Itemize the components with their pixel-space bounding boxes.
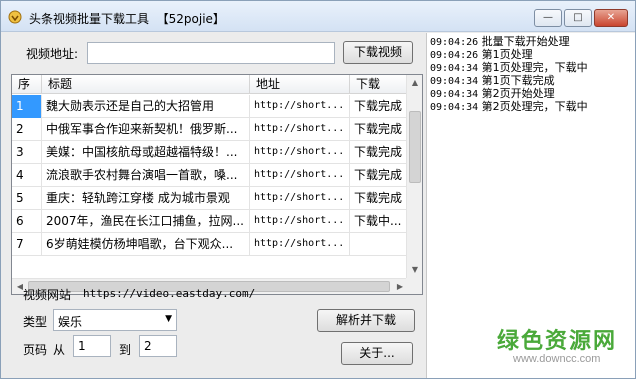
main-window: 头条视频批量下载工具 【52pojie】 — □ ✕ 视频地址: 下载视频 序 … — [0, 0, 636, 379]
type-select-value: 娱乐 — [58, 315, 83, 329]
parse-download-button[interactable]: 解析并下载 — [317, 309, 415, 332]
page-to-label: 到 — [119, 343, 132, 357]
download-video-button[interactable]: 下载视频 — [343, 41, 413, 64]
page-from-input[interactable]: 1 — [73, 335, 111, 357]
row-title[interactable]: 流浪歌手农村舞台演唱一首歌，嗓... — [42, 164, 250, 187]
row-status[interactable]: 下载完成 — [350, 95, 408, 118]
table-row[interactable]: 5 重庆：轻轨跨江穿楼 成为城市景观 http://short... 下载完成 — [12, 187, 408, 210]
row-url[interactable]: http://short... — [250, 118, 350, 141]
row-url[interactable]: http://short... — [250, 164, 350, 187]
row-url[interactable]: http://short... — [250, 141, 350, 164]
log-message: 第1页下载完成 — [481, 74, 555, 87]
scroll-down-icon[interactable]: ▼ — [407, 262, 422, 278]
minimize-button[interactable]: — — [534, 9, 562, 27]
video-url-input[interactable] — [87, 42, 335, 64]
row-num[interactable]: 5 — [12, 187, 42, 210]
type-select[interactable]: 娱乐 ▼ — [53, 309, 177, 331]
close-button[interactable]: ✕ — [594, 9, 628, 27]
row-title[interactable]: 中俄军事合作迎来新契机！俄罗斯... — [42, 118, 250, 141]
table-row[interactable]: 3 美媒：中国核航母或超越福特级！... http://short... 下载完成 — [12, 141, 408, 164]
table-row[interactable]: 1 魏大勋表示还是自己的大招管用 http://short... 下载完成 — [12, 95, 408, 118]
vertical-scroll-thumb[interactable] — [409, 111, 421, 183]
row-title[interactable]: 重庆：轻轨跨江穿楼 成为城市景观 — [42, 187, 250, 210]
table-row[interactable]: 7 6岁萌娃模仿杨坤唱歌，台下观众... http://short... — [12, 233, 408, 256]
column-header-url[interactable]: 地址 — [250, 75, 350, 94]
row-num[interactable]: 4 — [12, 164, 42, 187]
row-url[interactable]: http://short... — [250, 95, 350, 118]
app-icon — [8, 10, 22, 24]
row-url[interactable]: http://short... — [250, 210, 350, 233]
row-status[interactable]: 下载完成 — [350, 164, 408, 187]
site-url: https://video.eastday.com/ — [83, 287, 256, 300]
column-header-status[interactable]: 下载 — [350, 75, 408, 94]
log-time: 09:04:26 — [430, 50, 479, 61]
log-time: 09:04:26 — [430, 37, 479, 48]
table-row[interactable]: 4 流浪歌手农村舞台演唱一首歌，嗓... http://short... 下载完成 — [12, 164, 408, 187]
row-num[interactable]: 7 — [12, 233, 42, 256]
log-time: 09:04:34 — [430, 76, 479, 87]
chevron-down-icon: ▼ — [165, 314, 172, 324]
scrollbar-corner — [406, 278, 422, 294]
log-message: 第1页处理 — [481, 48, 533, 61]
row-num[interactable]: 1 — [12, 95, 42, 118]
column-header-num[interactable]: 序 — [12, 75, 42, 94]
scroll-up-icon[interactable]: ▲ — [407, 75, 422, 91]
row-num[interactable]: 3 — [12, 141, 42, 164]
log-time: 09:04:34 — [430, 102, 479, 113]
title-bar[interactable]: 头条视频批量下载工具 【52pojie】 — □ ✕ — [1, 1, 635, 32]
maximize-button[interactable]: □ — [564, 9, 592, 27]
row-title[interactable]: 美媒：中国核航母或超越福特级！... — [42, 141, 250, 164]
log-message: 第2页处理完，下载中 — [481, 100, 588, 113]
row-title[interactable]: 6岁萌娃模仿杨坤唱歌，台下观众... — [42, 233, 250, 256]
row-status[interactable]: 下载完成 — [350, 141, 408, 164]
page-to-input[interactable]: 2 — [139, 335, 177, 357]
row-url[interactable]: http://short... — [250, 187, 350, 210]
row-title[interactable]: 2007年，渔民在长江口捕鱼，拉网... — [42, 210, 250, 233]
row-num[interactable]: 2 — [12, 118, 42, 141]
vertical-scrollbar[interactable]: ▲ ▼ — [406, 75, 422, 278]
row-status[interactable] — [350, 233, 408, 256]
log-time: 09:04:34 — [430, 89, 479, 100]
table-row[interactable]: 2 中俄军事合作迎来新契机！俄罗斯... http://short... 下载完成 — [12, 118, 408, 141]
video-url-label: 视频地址: — [26, 47, 79, 61]
log-time: 09:04:34 — [430, 63, 479, 74]
log-message: 批量下载开始处理 — [481, 35, 570, 48]
about-button[interactable]: 关于... — [341, 342, 413, 365]
page-label: 页码 — [23, 343, 48, 357]
site-label: 视频网站 — [23, 288, 72, 302]
row-status[interactable]: 下载中... — [350, 210, 408, 233]
video-table[interactable]: 序 标题 地址 下载 1 魏大勋表示还是自己的大招管用 http://short..… — [11, 74, 423, 295]
watermark-site: www.downcc.com — [513, 353, 601, 365]
row-num[interactable]: 6 — [12, 210, 42, 233]
row-title[interactable]: 魏大勋表示还是自己的大招管用 — [42, 95, 250, 118]
window-title: 头条视频批量下载工具 【52pojie】 — [29, 12, 225, 26]
log-message: 第2页开始处理 — [481, 87, 555, 100]
type-label: 类型 — [23, 315, 48, 329]
table-header: 序 标题 地址 下载 — [12, 75, 408, 94]
table-row[interactable]: 6 2007年，渔民在长江口捕鱼，拉网... http://short... 下载中.… — [12, 210, 408, 233]
row-status[interactable]: 下载完成 — [350, 118, 408, 141]
log-line: 09:04:34 第2页处理完，下载中 — [430, 101, 635, 114]
column-header-title[interactable]: 标题 — [42, 75, 250, 94]
row-status[interactable]: 下载完成 — [350, 187, 408, 210]
client-area: 视频地址: 下载视频 序 标题 地址 下载 1 魏大勋表示还是自己的大招管用 htt… — [1, 33, 635, 378]
row-url[interactable]: http://short... — [250, 233, 350, 256]
log-message: 第1页处理完，下载中 — [481, 61, 588, 74]
page-from-label: 从 — [53, 343, 66, 357]
watermark-brand: 绿色资源网 — [497, 329, 618, 354]
